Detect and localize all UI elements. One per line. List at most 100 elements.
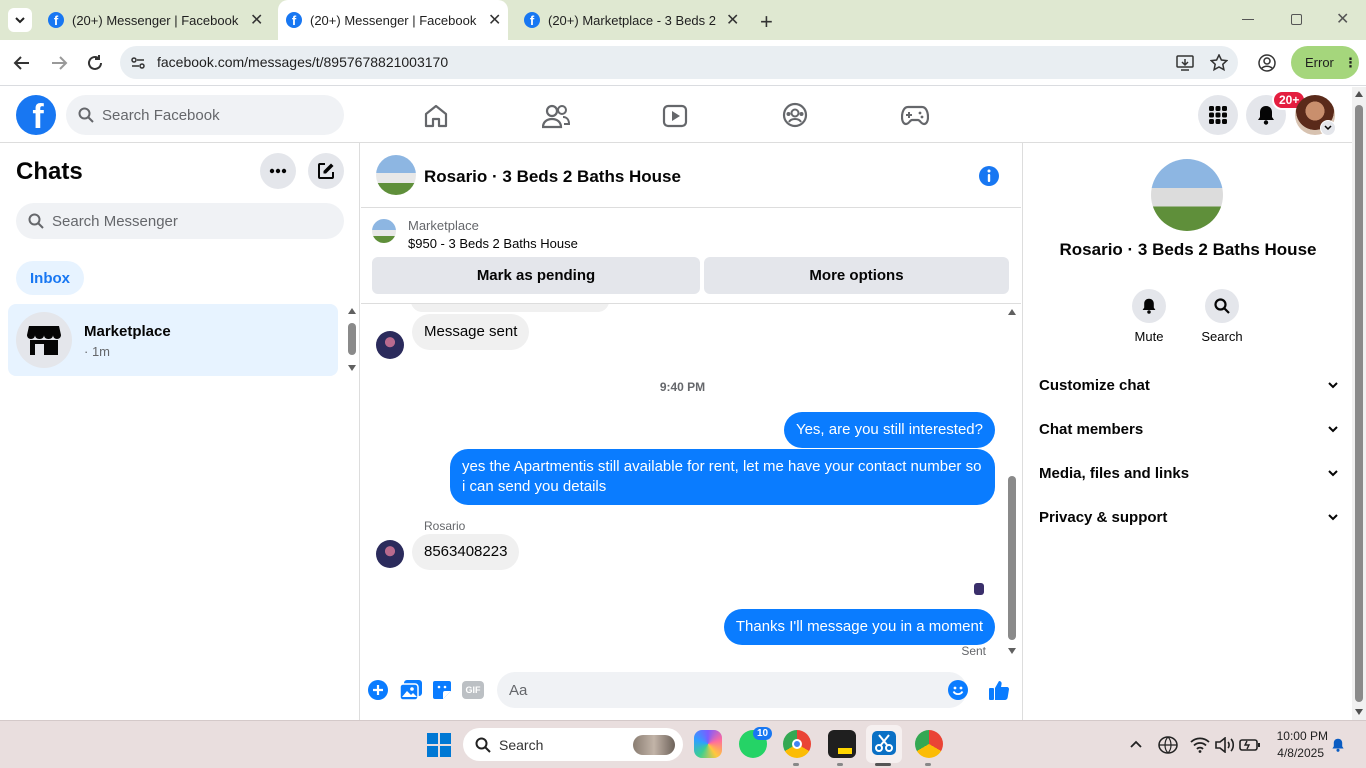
chat-list-scroll-thumb[interactable] (348, 323, 356, 355)
account-chevron-icon[interactable] (1320, 120, 1336, 136)
video-icon[interactable] (662, 103, 688, 129)
inbox-filter-tab[interactable]: Inbox (16, 261, 84, 295)
media-files-links-section[interactable]: Media, files and links (1039, 451, 1339, 495)
chat-list-item[interactable]: Marketplace · 1m (8, 304, 338, 376)
close-tab-icon[interactable]: ✕ (726, 10, 739, 30)
plus-circle-icon[interactable] (368, 680, 388, 700)
listing-avatar[interactable] (376, 155, 416, 195)
profile-icon[interactable] (1258, 54, 1276, 72)
search-icon (1214, 298, 1230, 314)
reload-icon[interactable] (86, 54, 104, 72)
home-icon[interactable] (423, 103, 449, 129)
customize-chat-section[interactable]: Customize chat (1039, 363, 1339, 407)
messenger-search-input[interactable]: Search Messenger (16, 203, 344, 239)
minimize-icon[interactable] (1242, 19, 1254, 20)
show-hidden-icons-icon[interactable] (1130, 739, 1142, 749)
chat-options-button[interactable] (260, 153, 296, 189)
storefront-icon (27, 326, 61, 355)
groups-icon[interactable] (782, 102, 808, 128)
friends-icon[interactable] (542, 103, 570, 129)
clock-date[interactable]: 4/8/2025 (1266, 746, 1324, 760)
bookmark-star-icon[interactable] (1210, 54, 1228, 72)
listing-source: Marketplace (408, 218, 479, 233)
tab-search-dropdown[interactable] (8, 8, 32, 32)
conversation-title[interactable]: Rosario · 3 Beds 2 Baths House (424, 167, 681, 187)
message-scrollbar[interactable] (1005, 306, 1019, 658)
browser-tab-1[interactable]: f (20+) Messenger | Facebook ✕ (40, 0, 276, 40)
profile-error-button[interactable]: Error ⋮ (1291, 46, 1359, 79)
like-thumb-icon[interactable] (988, 679, 1010, 701)
message-input[interactable]: Aa (497, 672, 968, 708)
close-tab-icon[interactable]: ✕ (488, 10, 501, 30)
scroll-up-icon[interactable] (1008, 309, 1016, 315)
search-conversation-button[interactable]: Search (1197, 289, 1247, 344)
scroll-down-icon[interactable] (1008, 648, 1016, 654)
message-bubble-received[interactable]: Message sent (412, 314, 530, 350)
chat-list-scrollbar[interactable] (344, 306, 360, 376)
clock-time[interactable]: 10:00 PM (1266, 729, 1328, 743)
notification-bell-icon[interactable] (1331, 737, 1345, 753)
scroll-up-icon[interactable] (348, 308, 356, 314)
site-info-icon[interactable] (130, 55, 146, 71)
mute-button[interactable]: Mute (1129, 289, 1169, 344)
forward-icon[interactable] (50, 54, 68, 72)
address-bar[interactable]: facebook.com/messages/t/8957678821003170 (120, 46, 1238, 79)
search-label: Search (1201, 329, 1243, 344)
listing-thumbnail[interactable] (372, 219, 396, 243)
gaming-icon[interactable] (901, 104, 929, 126)
sender-name-label: Rosario (424, 519, 466, 533)
battery-icon[interactable] (1239, 737, 1261, 753)
scroll-down-icon[interactable] (348, 365, 356, 371)
facebook-favicon-icon: f (524, 12, 540, 28)
sender-avatar[interactable] (376, 331, 404, 359)
scroll-down-icon[interactable] (1355, 709, 1363, 715)
close-tab-icon[interactable]: ✕ (250, 10, 263, 30)
search-placeholder: Search Facebook (102, 106, 220, 124)
volume-icon[interactable] (1215, 737, 1235, 753)
listing-photo[interactable] (1151, 159, 1223, 231)
windows-start-icon[interactable] (427, 733, 451, 757)
gif-button[interactable]: GIF (462, 681, 484, 699)
back-icon[interactable] (13, 54, 31, 72)
chat-members-section[interactable]: Chat members (1039, 407, 1339, 451)
new-message-button[interactable] (308, 153, 344, 189)
taskbar-search[interactable]: Search (463, 728, 683, 761)
copilot-icon[interactable] (694, 730, 722, 758)
message-bubble-sent[interactable]: Thanks I'll message you in a moment (723, 609, 995, 645)
page-scroll-thumb[interactable] (1355, 105, 1363, 702)
wifi-icon[interactable] (1190, 737, 1210, 753)
menu-grid-button[interactable] (1198, 95, 1238, 135)
network-vpn-icon[interactable] (1158, 736, 1178, 754)
sender-avatar[interactable] (376, 540, 404, 568)
photo-icon[interactable] (400, 680, 422, 700)
chevron-down-icon (15, 17, 25, 24)
emoji-icon[interactable] (948, 680, 968, 700)
new-tab-icon[interactable]: + (760, 9, 773, 35)
install-app-icon[interactable] (1176, 54, 1194, 72)
tab-title: (20+) Messenger | Facebook (310, 12, 477, 28)
sticker-icon[interactable] (432, 680, 452, 700)
snipping-tool-icon[interactable] (872, 731, 896, 755)
close-window-icon[interactable]: ✕ (1336, 9, 1349, 29)
mark-as-pending-button[interactable]: Mark as pending (372, 257, 700, 294)
info-icon[interactable] (978, 165, 1000, 187)
message-bubble-sent[interactable]: yes the Apartmentis still available for … (450, 449, 995, 505)
restore-icon[interactable] (1291, 14, 1302, 25)
message-bubble-sent[interactable]: Yes, are you still interested? (783, 412, 995, 448)
browser-tab-3[interactable]: f (20+) Marketplace - 3 Beds 2 Ba ✕ (516, 0, 752, 40)
chats-sidebar: Chats Search Messenger Inbox Marketplace… (0, 143, 360, 720)
message-scroll-thumb[interactable] (1008, 476, 1016, 640)
facebook-search-input[interactable]: Search Facebook (66, 95, 344, 135)
facebook-logo-icon[interactable]: f (16, 95, 56, 135)
browser-tab-2-active[interactable]: f (20+) Messenger | Facebook ✕ (278, 0, 508, 40)
privacy-support-section[interactable]: Privacy & support (1039, 495, 1339, 539)
listing-title[interactable]: $950 - 3 Beds 2 Baths House (408, 236, 578, 251)
facebook-favicon-icon: f (48, 12, 64, 28)
whatsapp-badge: 10 (753, 727, 773, 740)
chrome-profile-icon[interactable] (915, 730, 943, 758)
tab-title: (20+) Messenger | Facebook (72, 12, 239, 28)
page-scrollbar[interactable] (1352, 87, 1366, 720)
more-options-button[interactable]: More options (704, 257, 1009, 294)
message-bubble-received[interactable]: 8563408223 (412, 534, 520, 570)
scroll-up-icon[interactable] (1355, 91, 1363, 97)
